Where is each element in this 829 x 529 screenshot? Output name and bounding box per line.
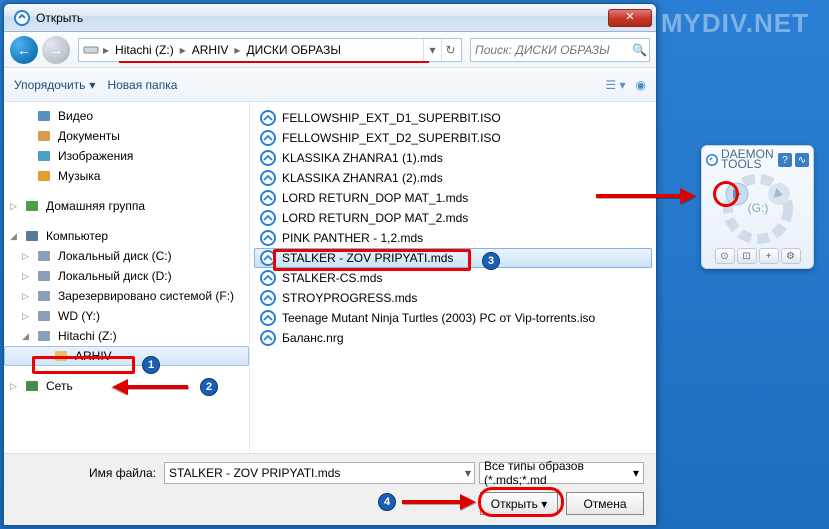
file-item[interactable]: PINK PANTHER - 1,2.mds bbox=[254, 228, 652, 248]
tree-item-video[interactable]: Видео bbox=[4, 106, 249, 126]
drive-icon bbox=[83, 42, 99, 58]
breadcrumb-dropdown[interactable]: ▾ bbox=[423, 39, 441, 61]
tree-drive-5[interactable]: ARHIV bbox=[4, 346, 249, 366]
file-item[interactable]: FELLOWSHIP_EXT_D2_SUPERBIT.ISO bbox=[254, 128, 652, 148]
refresh-button[interactable]: ↻ bbox=[441, 39, 459, 61]
back-button[interactable]: ← bbox=[10, 36, 38, 64]
gadget-dial[interactable]: (G:) bbox=[718, 174, 798, 244]
search-input[interactable] bbox=[475, 43, 632, 57]
tree-drive-2[interactable]: ▷Зарезервировано системой (F:) bbox=[4, 286, 249, 306]
folder-tree[interactable]: ВидеоДокументыИзображенияМузыка ▷Домашняя… bbox=[4, 102, 250, 453]
file-item[interactable]: STALKER-CS.mds bbox=[254, 268, 652, 288]
tree-homegroup[interactable]: ▷Домашняя группа bbox=[4, 196, 249, 216]
file-item[interactable]: Teenage Mutant Ninja Turtles (2003) PC о… bbox=[254, 308, 652, 328]
close-button[interactable]: ✕ bbox=[608, 9, 652, 27]
view-options-button[interactable]: ☰ ▾ bbox=[605, 78, 625, 92]
forward-button[interactable]: → bbox=[42, 36, 70, 64]
file-item[interactable]: Баланс.nrg bbox=[254, 328, 652, 348]
tree-computer[interactable]: ◢Компьютер bbox=[4, 226, 249, 246]
toolbar: Упорядочить ▾ Новая папка ☰ ▾ ◉ bbox=[4, 68, 656, 102]
file-item[interactable]: KLASSIKA ZHANRA1 (1).mds bbox=[254, 148, 652, 168]
filename-label: Имя файла: bbox=[16, 466, 156, 480]
open-file-dialog: Открыть ✕ ← → ▸ Hitachi (Z:) ▸ ARHIV ▸ Д… bbox=[3, 3, 657, 526]
file-item[interactable]: STROYPROGRESS.mds bbox=[254, 288, 652, 308]
daemon-tools-icon bbox=[706, 154, 718, 166]
gadget-btn-4[interactable]: ⚙ bbox=[781, 248, 801, 264]
breadcrumb-separator: ▸ bbox=[101, 43, 111, 57]
tree-drive-0[interactable]: ▷Локальный диск (C:) bbox=[4, 246, 249, 266]
tree-drive-4[interactable]: ◢Hitachi (Z:) bbox=[4, 326, 249, 346]
tree-drive-1[interactable]: ▷Локальный диск (D:) bbox=[4, 266, 249, 286]
breadcrumb-separator: ▸ bbox=[232, 43, 242, 57]
file-list[interactable]: FELLOWSHIP_EXT_D1_SUPERBIT.ISOFELLOWSHIP… bbox=[250, 102, 656, 453]
open-button[interactable]: Открыть ▾ bbox=[480, 492, 558, 515]
navbar: ← → ▸ Hitachi (Z:) ▸ ARHIV ▸ ДИСКИ ОБРАЗ… bbox=[4, 32, 656, 68]
file-item[interactable]: LORD RETURN_DOP MAT_2.mds bbox=[254, 208, 652, 228]
chevron-down-icon: ▾ bbox=[633, 466, 639, 480]
file-item[interactable]: KLASSIKA ZHANRA1 (2).mds bbox=[254, 168, 652, 188]
chevron-down-icon: ▾ bbox=[89, 78, 95, 92]
dialog-body: ВидеоДокументыИзображенияМузыка ▷Домашняя… bbox=[4, 102, 656, 453]
search-icon: 🔍 bbox=[632, 43, 647, 57]
help-button[interactable]: ◉ bbox=[636, 78, 646, 92]
gadget-drive-label: (G:) bbox=[747, 201, 768, 215]
file-item[interactable]: LORD RETURN_DOP MAT_1.mds bbox=[254, 188, 652, 208]
bottom-bar: Имя файла: ▾ Все типы образов (*.mds;*.m… bbox=[4, 453, 656, 525]
tree-item-doc[interactable]: Документы bbox=[4, 126, 249, 146]
dialog-title: Открыть bbox=[36, 11, 608, 25]
annotation-underline bbox=[119, 61, 429, 63]
gadget-help-button[interactable]: ? bbox=[778, 153, 792, 167]
breadcrumb-seg-1[interactable]: ARHIV bbox=[188, 43, 233, 57]
gadget-title: DAEMONTOOLS bbox=[721, 150, 775, 170]
gadget-btn-2[interactable]: ⊡ bbox=[737, 248, 757, 264]
organize-menu[interactable]: Упорядочить ▾ bbox=[14, 78, 95, 92]
tree-item-music[interactable]: Музыка bbox=[4, 166, 249, 186]
file-item[interactable]: STALKER - ZOV PRIPYATI.mds bbox=[254, 248, 652, 268]
gadget-btn-1[interactable]: ⊙ bbox=[715, 248, 735, 264]
tree-drive-3[interactable]: ▷WD (Y:) bbox=[4, 306, 249, 326]
watermark-text: MYDIV.NET bbox=[661, 8, 809, 39]
filename-dropdown[interactable]: ▾ bbox=[465, 466, 471, 480]
file-item[interactable]: FELLOWSHIP_EXT_D1_SUPERBIT.ISO bbox=[254, 108, 652, 128]
app-icon bbox=[14, 10, 30, 26]
forward-arrow-icon: → bbox=[49, 42, 63, 58]
tree-network[interactable]: ▷Сеть bbox=[4, 376, 249, 396]
breadcrumb-seg-2[interactable]: ДИСКИ ОБРАЗЫ bbox=[242, 43, 345, 57]
search-box[interactable]: 🔍 bbox=[470, 38, 650, 62]
breadcrumb-seg-0[interactable]: Hitachi (Z:) bbox=[111, 43, 178, 57]
gadget-rss-button[interactable]: ∿ bbox=[795, 153, 809, 167]
cancel-button[interactable]: Отмена bbox=[566, 492, 644, 515]
breadcrumb[interactable]: ▸ Hitachi (Z:) ▸ ARHIV ▸ ДИСКИ ОБРАЗЫ ▾ … bbox=[78, 38, 462, 62]
gadget-btn-3[interactable]: + bbox=[759, 248, 779, 264]
back-arrow-icon: ← bbox=[17, 42, 31, 58]
daemon-tools-gadget[interactable]: DAEMONTOOLS ? ∿ (G:) ⊙ ⊡ + ⚙ bbox=[701, 145, 814, 269]
tree-item-image[interactable]: Изображения bbox=[4, 146, 249, 166]
filetype-select[interactable]: Все типы образов (*.mds;*.md▾ bbox=[479, 462, 644, 484]
new-folder-button[interactable]: Новая папка bbox=[107, 78, 177, 92]
filename-input[interactable] bbox=[164, 462, 475, 484]
breadcrumb-separator: ▸ bbox=[178, 43, 188, 57]
titlebar: Открыть ✕ bbox=[4, 4, 656, 32]
annotation-arrow-gadget-head bbox=[680, 188, 696, 204]
